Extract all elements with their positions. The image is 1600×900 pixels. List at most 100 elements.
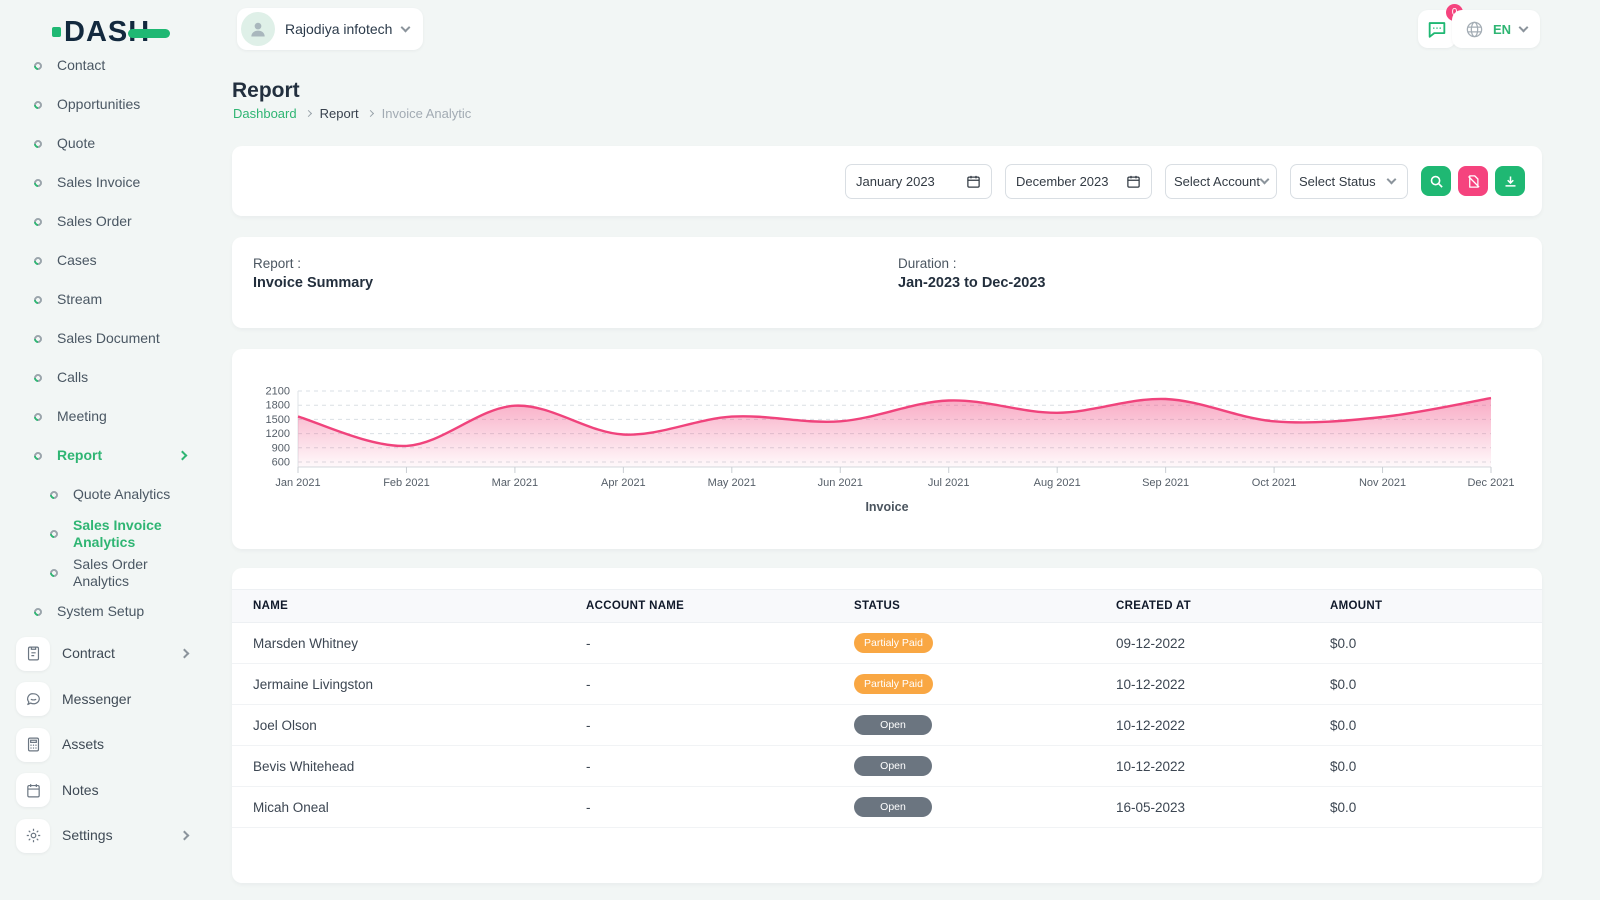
chevron-down-icon — [401, 23, 411, 33]
breadcrumb-item[interactable]: Dashboard — [233, 106, 297, 121]
col-created-at: CREATED AT — [1116, 590, 1330, 623]
svg-text:900: 900 — [272, 442, 290, 454]
start-date-input[interactable]: January 2023 — [845, 164, 992, 199]
table-row: Micah Oneal - Open 16-05-2023 $0.0 — [232, 787, 1542, 828]
sidebar-item-notes[interactable]: Notes — [0, 768, 216, 814]
svg-text:Jun 2021: Jun 2021 — [818, 477, 863, 489]
sidebar-item-settings[interactable]: Settings — [0, 813, 216, 859]
sidebar-item-label: Sales Document — [57, 330, 160, 347]
svg-text:Oct 2021: Oct 2021 — [1252, 477, 1297, 489]
reset-button[interactable] — [1458, 166, 1488, 196]
sidebar-item-opportunities[interactable]: Opportunities — [0, 85, 216, 124]
sidebar-item-sales-invoice[interactable]: Sales Invoice — [0, 163, 216, 202]
sidebar-item-report[interactable]: Report — [0, 436, 216, 475]
cell-amount: $0.0 — [1330, 787, 1542, 828]
bullet-icon — [48, 489, 59, 500]
sidebar-item-sales-order[interactable]: Sales Order — [0, 202, 216, 241]
avatar — [241, 12, 275, 46]
download-button[interactable] — [1495, 166, 1525, 196]
svg-text:Dec 2021: Dec 2021 — [1467, 477, 1514, 489]
cell-status: Partialy Paid — [854, 623, 1116, 664]
chevron-right-icon — [180, 831, 190, 841]
sidebar-item-label: Sales Invoice — [57, 174, 140, 191]
sidebar-item-quote[interactable]: Quote — [0, 124, 216, 163]
sidebar-item-label: Assets — [62, 736, 104, 753]
sidebar-item-sales-invoice-analytics[interactable]: Sales Invoice Analytics — [0, 514, 216, 553]
bullet-icon — [32, 255, 43, 266]
end-date-input[interactable]: December 2023 — [1005, 164, 1152, 199]
app-logo[interactable]: DASH — [52, 13, 170, 51]
sidebar-item-meeting[interactable]: Meeting — [0, 397, 216, 436]
sidebar-item-messenger[interactable]: Messenger — [0, 677, 216, 723]
language-dropdown[interactable]: EN — [1452, 10, 1540, 48]
svg-text:Jan 2021: Jan 2021 — [275, 477, 320, 489]
bullet-icon — [32, 99, 43, 110]
sidebar-item-contract[interactable]: Contract — [0, 631, 216, 677]
sidebar-item-label: Meeting — [57, 408, 107, 425]
cell-status: Open — [854, 787, 1116, 828]
bullet-icon — [32, 606, 43, 617]
duration-value: Jan-2023 to Dec-2023 — [898, 275, 1046, 291]
chevron-down-icon — [1260, 175, 1270, 185]
cell-created: 10-12-2022 — [1116, 664, 1330, 705]
bullet-icon — [32, 60, 43, 71]
bullet-icon — [48, 567, 59, 578]
logo-square — [52, 27, 61, 37]
sidebar-item-sales-document[interactable]: Sales Document — [0, 319, 216, 358]
status-badge: Open — [854, 797, 932, 817]
start-date-value: January 2023 — [856, 174, 935, 189]
col-status: STATUS — [854, 590, 1116, 623]
report-summary-card: Report : Invoice Summary Duration : Jan-… — [232, 237, 1542, 328]
status-select[interactable]: Select Status — [1290, 164, 1408, 199]
breadcrumb: DashboardReportInvoice Analytic — [233, 106, 471, 121]
chart-title: Invoice — [232, 500, 1542, 514]
sidebar-item-quote-analytics[interactable]: Quote Analytics — [0, 475, 216, 514]
sidebar-item-assets[interactable]: Assets — [0, 722, 216, 768]
cell-name: Joel Olson — [232, 705, 586, 746]
assets-icon — [16, 728, 50, 762]
sidebar-item-cases[interactable]: Cases — [0, 241, 216, 280]
sidebar-item-stream[interactable]: Stream — [0, 280, 216, 319]
company-dropdown[interactable]: Rajodiya infotech — [237, 8, 423, 50]
sidebar-item-system-setup[interactable]: System Setup — [0, 592, 216, 631]
cell-created: 10-12-2022 — [1116, 746, 1330, 787]
notes-icon — [16, 773, 50, 807]
language-code: EN — [1493, 22, 1511, 37]
sidebar-item-contact[interactable]: Contact — [0, 52, 216, 85]
sidebar-item-sales-order-analytics[interactable]: Sales Order Analytics — [0, 553, 216, 592]
cell-amount: $0.0 — [1330, 623, 1542, 664]
sidebar-item-label: Opportunities — [57, 96, 140, 113]
bullet-icon — [32, 138, 43, 149]
sidebar-item-label: Messenger — [62, 691, 131, 708]
messages-button[interactable]: 0 — [1418, 10, 1456, 48]
company-name: Rajodiya infotech — [285, 21, 392, 37]
svg-text:Sep 2021: Sep 2021 — [1142, 477, 1189, 489]
bullet-icon — [32, 216, 43, 227]
logo-dash-bar — [128, 29, 170, 38]
chevron-right-icon — [178, 451, 188, 461]
bullet-icon — [32, 450, 43, 461]
breadcrumb-item: Invoice Analytic — [382, 106, 472, 121]
invoice-table: NAME ACCOUNT NAME STATUS CREATED AT AMOU… — [232, 589, 1542, 828]
duration-label: Duration : — [898, 256, 1046, 271]
svg-text:Apr 2021: Apr 2021 — [601, 477, 646, 489]
cell-account: - — [586, 705, 854, 746]
account-select[interactable]: Select Account — [1165, 164, 1277, 199]
sidebar-item-label: Report — [57, 447, 102, 464]
report-value: Invoice Summary — [253, 275, 373, 291]
bullet-icon — [32, 372, 43, 383]
cell-account: - — [586, 746, 854, 787]
invoice-chart-card: 6009001200150018002100Jan 2021Feb 2021Ma… — [232, 349, 1542, 549]
globe-icon — [1465, 20, 1484, 39]
filter-card: January 2023 December 2023 Select Accoun… — [232, 146, 1542, 216]
svg-text:1200: 1200 — [266, 428, 290, 440]
sidebar-item-label: Calls — [57, 369, 88, 386]
status-select-value: Select Status — [1299, 174, 1376, 189]
sidebar-item-label: Quote Analytics — [73, 486, 170, 503]
table-header-row: NAME ACCOUNT NAME STATUS CREATED AT AMOU… — [232, 590, 1542, 623]
search-button[interactable] — [1421, 166, 1451, 196]
cell-amount: $0.0 — [1330, 746, 1542, 787]
sidebar-item-calls[interactable]: Calls — [0, 358, 216, 397]
cell-created: 09-12-2022 — [1116, 623, 1330, 664]
sidebar-item-label: Settings — [62, 827, 113, 844]
